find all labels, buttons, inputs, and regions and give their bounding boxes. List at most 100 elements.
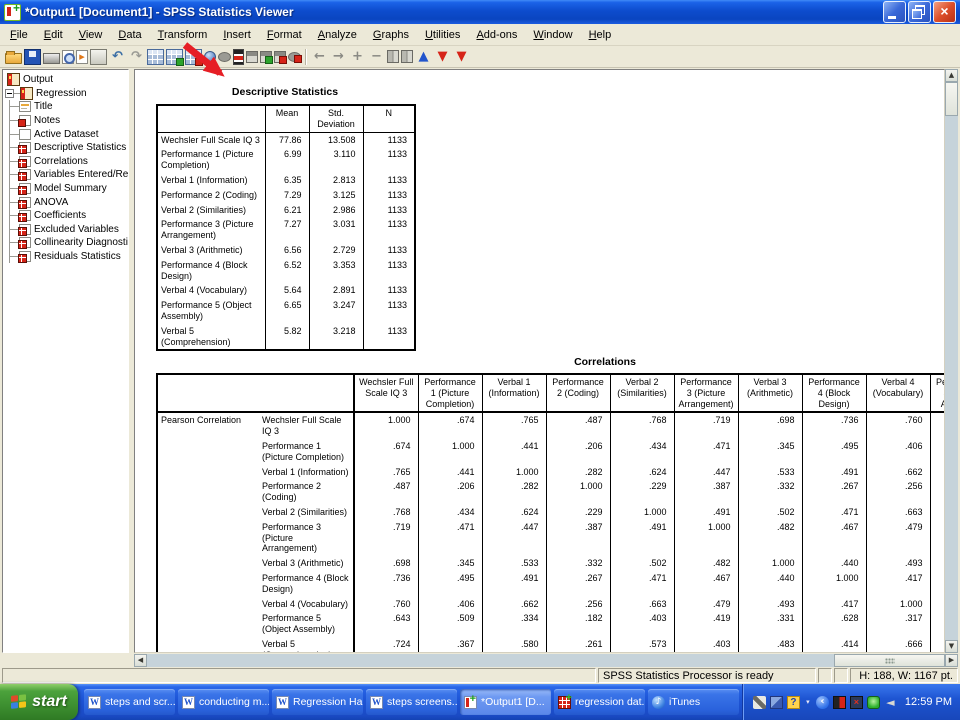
menu-view[interactable]: View [71,26,111,44]
taskbar-button-regression-dat-[interactable]: regression dat... [554,689,645,715]
collapse-chevron-icon[interactable]: ‹ [816,696,829,709]
export-icon[interactable]: ▸ [76,50,88,64]
scroll-right-icon[interactable]: ▶ [945,654,958,667]
descriptives-table[interactable]: MeanStd. DeviationN Wechsler Full Scale … [156,104,416,351]
corr-value-cell: 1.000 [674,520,738,556]
menu-add-ons[interactable]: Add-ons [468,26,525,44]
desc-variable-label: Verbal 3 (Arithmetic) [157,243,265,258]
outline-item-anova[interactable]: ANOVA [10,195,128,209]
minimize-button[interactable] [883,1,906,23]
hscroll-thumb[interactable] [834,654,945,667]
restore-button[interactable] [908,1,931,23]
security-icon[interactable] [833,696,846,709]
menu-graphs[interactable]: Graphs [365,26,417,44]
outline-item-model-summary[interactable]: Model Summary [10,182,128,196]
collapse-box-icon[interactable] [5,89,14,98]
table-icon [19,251,31,262]
menu-window[interactable]: Window [525,26,580,44]
variables-icon[interactable] [185,49,202,65]
collapse-icon[interactable]: − [368,49,385,65]
insert-heading-icon[interactable] [260,51,272,63]
taskbar-button-steps-and-scr-[interactable]: Wsteps and scr... [84,689,175,715]
menu-utilities[interactable]: Utilities [417,26,468,44]
print-preview-icon[interactable] [62,50,74,64]
volume-icon[interactable]: ◄ [884,696,897,709]
redo-icon[interactable]: ↷ [128,49,145,65]
taskbar-button-label: steps and scr... [105,696,175,708]
outline-item-title[interactable]: Title [10,100,128,114]
outline-pane[interactable]: Output Regression TitleNotesActive Datas… [2,69,129,653]
outline-item-coefficients[interactable]: Coefficients [10,209,128,223]
outline-item-collinearity-diagnostics[interactable]: Collinearity Diagnostics [10,236,128,250]
next-output-icon[interactable]: → [330,49,347,65]
move-level-icon[interactable]: ▼ [453,49,470,65]
outline-group-regression[interactable]: Regression [3,87,128,101]
vertical-scrollbar[interactable]: ▲ ▼ [945,69,958,653]
goto-case-icon[interactable] [166,49,183,65]
corr-variable-label: Verbal 5 (Comprehension) [259,637,354,653]
vscroll-track[interactable] [945,69,958,653]
outline-item-active-dataset[interactable]: Active Dataset [10,127,128,141]
undo-icon[interactable]: ↶ [109,49,126,65]
menu-format[interactable]: Format [259,26,310,44]
taskbar-button-conducting-m-[interactable]: Wconducting m... [178,689,269,715]
scroll-left-icon[interactable]: ◀ [134,654,147,667]
help-icon[interactable]: ? [787,696,800,709]
menu-transform[interactable]: Transform [150,26,216,44]
outline-item-residuals-statistics[interactable]: Residuals Statistics [10,250,128,264]
vscroll-thumb[interactable] [945,82,958,116]
insert-title-icon[interactable] [274,51,286,63]
corr-value-cell: .674 [354,439,418,465]
recall-dialogs-icon[interactable] [90,49,107,65]
outline-item-label: Model Summary [34,183,107,194]
close-button[interactable]: × [933,1,956,23]
find-icon[interactable] [204,51,216,63]
display-settings-icon[interactable] [770,696,783,709]
taskbar-button--output1-d-[interactable]: *Output1 [D... [460,689,551,715]
outline-item-descriptive-statistics[interactable]: Descriptive Statistics [10,141,128,155]
menu-data[interactable]: Data [110,26,149,44]
outline-item-notes[interactable]: Notes [10,114,128,128]
menu-analyze[interactable]: Analyze [310,26,365,44]
output-pane[interactable]: Descriptive Statistics MeanStd. Deviatio… [134,69,945,653]
menu-file[interactable]: File [2,26,36,44]
save-icon[interactable] [24,49,41,65]
promote-icon[interactable]: ▲ [415,49,432,65]
graphics-icon[interactable]: × [850,696,863,709]
scroll-up-icon[interactable]: ▲ [945,69,958,82]
menu-help[interactable]: Help [581,26,620,44]
outline-item-variables-entered-removed[interactable]: Variables Entered/Removed [10,168,128,182]
expand-icon[interactable]: + [349,49,366,65]
menu-insert[interactable]: Insert [215,26,259,44]
outline-item-correlations[interactable]: Correlations [10,155,128,169]
taskbar-button-steps-screens-[interactable]: Wsteps screens... [366,689,457,715]
start-button[interactable]: start [0,684,78,720]
outline-root[interactable]: Output [3,73,128,87]
demote-icon[interactable]: ▼ [434,49,451,65]
chevron-down-icon[interactable]: ▾ [804,696,812,709]
goto-data-icon[interactable] [147,49,164,65]
open-icon[interactable] [5,53,22,64]
select-last-output-icon[interactable] [233,49,244,65]
horizontal-scrollbar[interactable]: ◀ ▶ [134,654,958,667]
taskbar-button-itunes[interactable]: ♪iTunes [648,689,739,715]
show-output-icon[interactable] [387,50,399,63]
menu-edit[interactable]: Edit [36,26,71,44]
taskbar-button-regression-ha-[interactable]: WRegression Ha... [272,689,363,715]
wireless-icon[interactable] [867,696,880,709]
corr-value-cell: .345 [418,556,482,571]
use-sets-icon[interactable] [218,52,231,62]
print-icon[interactable] [43,53,60,64]
outline-hscrollbar[interactable] [2,654,129,667]
previous-output-icon[interactable]: ← [311,49,328,65]
insert-text-icon[interactable] [288,52,301,62]
corr-value-cell: .282 [482,479,546,505]
outline-item-excluded-variables[interactable]: Excluded Variables [10,223,128,237]
microphone-icon[interactable] [753,696,766,709]
designate-window-icon[interactable] [246,51,258,63]
correlations-table[interactable]: Wechsler Full Scale IQ 3Performance 1 (P… [156,373,945,653]
hide-output-icon[interactable] [401,50,413,63]
scroll-down-icon[interactable]: ▼ [945,640,958,653]
desc-mean-value: 77.86 [265,132,309,147]
taskbar-clock[interactable]: 12:59 PM [905,696,952,708]
